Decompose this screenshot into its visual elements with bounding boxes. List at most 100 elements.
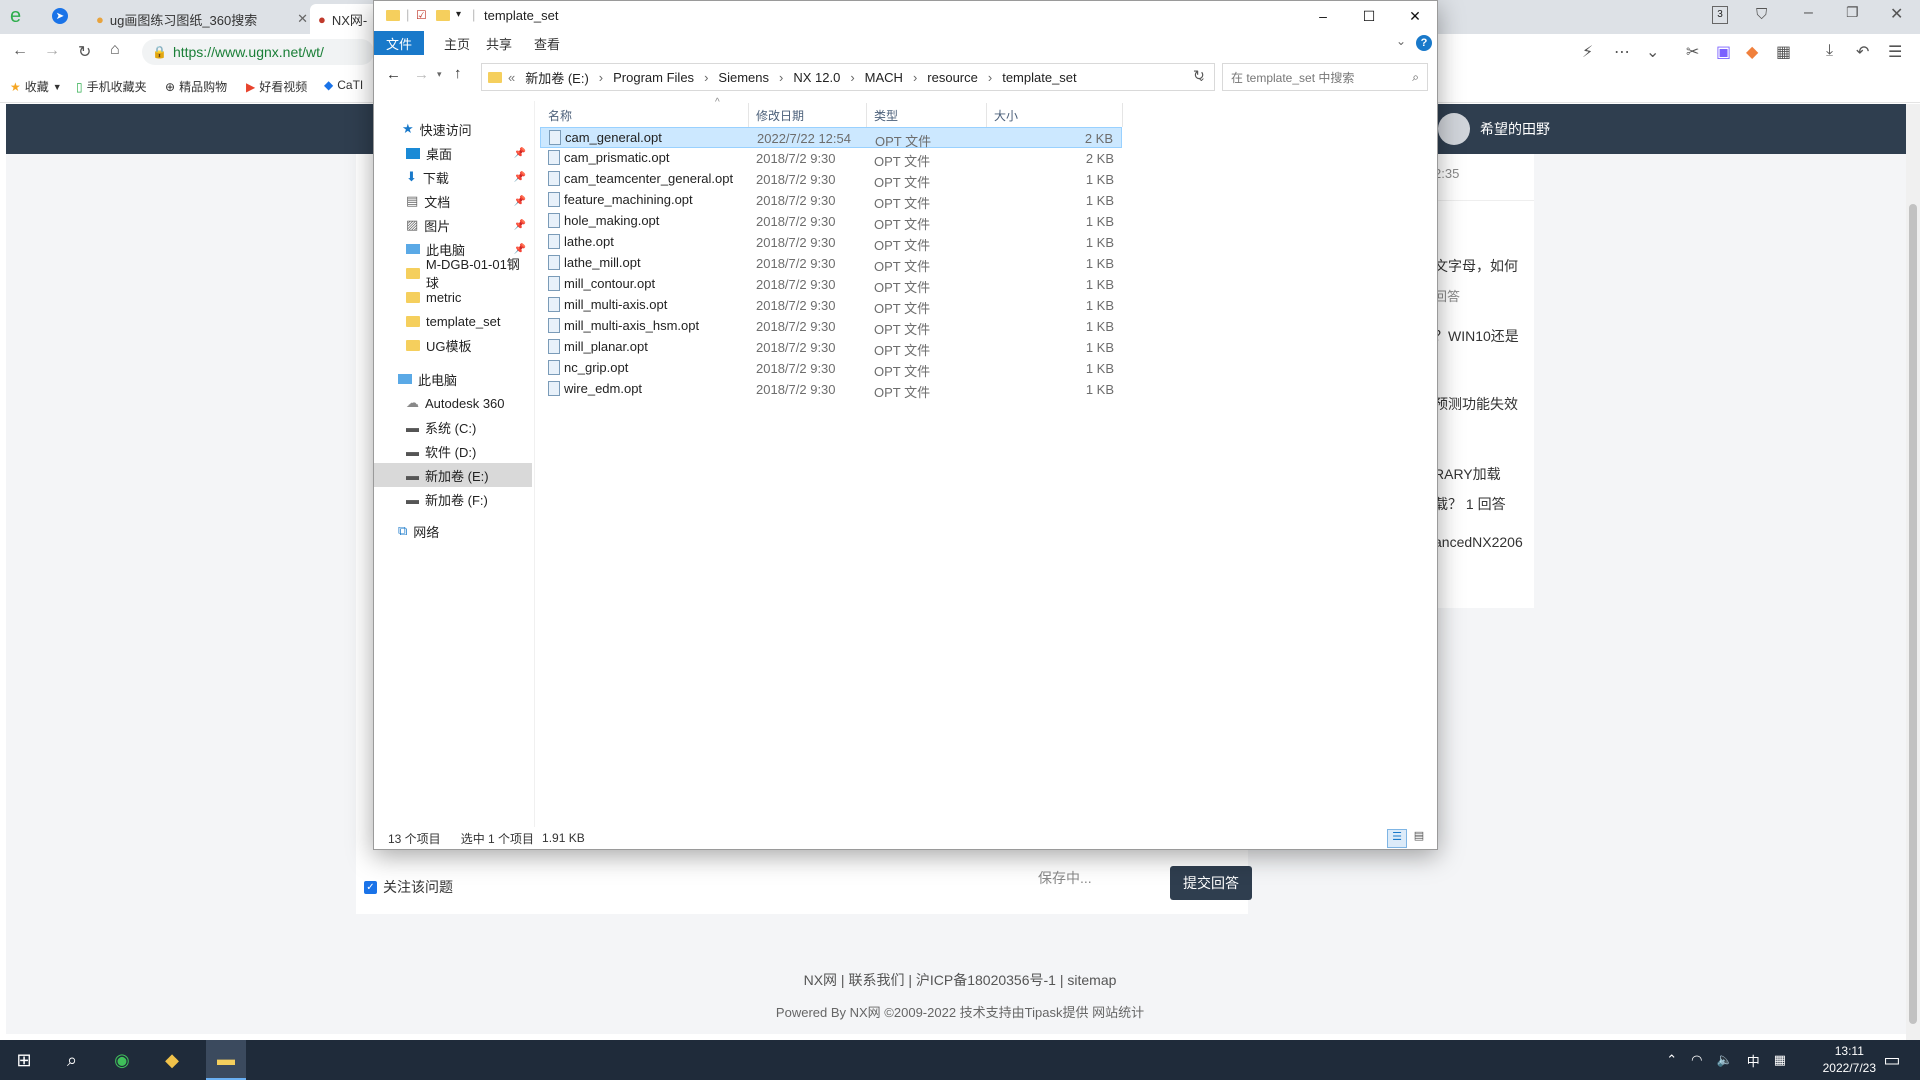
chevron-right-icon[interactable]: › xyxy=(599,70,603,85)
column-header-size[interactable]: 大小 xyxy=(994,107,1018,124)
nav-drive-d[interactable]: ▬ 软件 (D:) xyxy=(374,439,532,463)
column-header-name[interactable]: 名称 xyxy=(548,107,572,124)
related-question-link[interactable]: RARY加载 xyxy=(1434,464,1501,484)
chevron-up-icon[interactable]: ⌃ xyxy=(1666,1052,1677,1068)
minimize-browser-icon[interactable]: – xyxy=(1804,4,1813,22)
file-row[interactable]: mill_multi-axis_hsm.opt 2018/7/2 9:30 OPT … xyxy=(540,316,1122,337)
nav-item-template-set[interactable]: template_set xyxy=(374,309,532,333)
more-icon[interactable]: ⋯ xyxy=(1614,42,1630,62)
new-folder-icon[interactable] xyxy=(436,10,450,21)
recent-locations-icon[interactable]: ▾ xyxy=(437,69,442,80)
file-row[interactable]: nc_grip.opt 2018/7/2 9:30 OPT 文件 1 KB xyxy=(540,358,1122,379)
submit-answer-button[interactable]: 提交回答 xyxy=(1170,866,1252,900)
scissors-icon[interactable]: ✂ xyxy=(1686,42,1699,62)
related-question-link[interactable]: ancedNX2206 xyxy=(1434,534,1523,550)
breadcrumb-siemens[interactable]: Siemens xyxy=(718,70,769,85)
file-row[interactable]: cam_general.opt 2022/7/22 12:54 OPT 文件 2 KB xyxy=(540,127,1122,149)
restore-browser-icon[interactable]: ❐ xyxy=(1846,4,1859,21)
file-row[interactable]: hole_making.opt 2018/7/2 9:30 OPT 文件 1 KB xyxy=(540,211,1122,232)
file-name-cell[interactable]: nc_grip.opt xyxy=(548,360,628,375)
tab-count-badge[interactable]: 3 xyxy=(1712,6,1728,24)
breadcrumb-resource[interactable]: resource xyxy=(927,70,978,85)
input-method[interactable]: 中 xyxy=(1747,1051,1760,1070)
file-row[interactable]: cam_prismatic.opt 2018/7/2 9:30 OPT 文件 2 KB xyxy=(540,148,1122,169)
close-button[interactable]: ✕ xyxy=(1392,1,1438,31)
file-row[interactable]: cam_teamcenter_general.opt 2018/7/2 9:30 O… xyxy=(540,169,1122,190)
bookmark-video[interactable]: ▶ 好看视频 xyxy=(246,78,307,95)
search-icon[interactable]: ⌕ xyxy=(1412,70,1419,85)
pin-icon[interactable]: 📌 xyxy=(514,172,526,183)
extension-icon[interactable]: ▣ xyxy=(1716,42,1731,62)
refresh-icon[interactable]: ↻ xyxy=(1193,67,1205,84)
pin-icon[interactable]: 📌 xyxy=(514,220,526,231)
file-row[interactable]: mill_multi-axis.opt 2018/7/2 9:30 OPT 文件 1 … xyxy=(540,295,1122,316)
clock[interactable]: 13:11 2022/7/23 xyxy=(1823,1043,1876,1077)
overflow-icon[interactable]: « xyxy=(508,70,515,85)
breadcrumb-drive[interactable]: 新加卷 (E:) xyxy=(525,68,589,87)
nav-drive-autodesk[interactable]: ☁ Autodesk 360 xyxy=(374,391,532,415)
file-name-cell[interactable]: cam_prismatic.opt xyxy=(548,150,669,165)
file-name-cell[interactable]: cam_general.opt xyxy=(549,130,662,145)
reload-icon[interactable]: ↻ xyxy=(78,42,91,62)
file-name-cell[interactable]: lathe_mill.opt xyxy=(548,255,641,270)
related-question-link[interactable]: 载？ 1 回答 xyxy=(1434,494,1506,514)
column-header-date[interactable]: 修改日期 xyxy=(756,107,804,124)
page-scrollbar[interactable] xyxy=(1906,104,1920,1040)
tab-view[interactable]: 查看 xyxy=(522,31,572,55)
windows-start-icon[interactable]: ⊞ xyxy=(12,1048,36,1072)
chevron-right-icon[interactable]: › xyxy=(850,70,854,85)
breadcrumb-mach[interactable]: MACH xyxy=(865,70,903,85)
refresh-button[interactable]: ↻ xyxy=(1186,63,1213,89)
column-divider[interactable] xyxy=(748,103,749,127)
column-divider[interactable] xyxy=(866,103,867,127)
forward-icon[interactable]: → xyxy=(414,66,429,83)
nav-item-metric[interactable]: metric xyxy=(374,285,532,309)
search-input[interactable]: 在 template_set 中搜索 ⌕ xyxy=(1222,63,1428,91)
nav-item-documents[interactable]: ▤ 文档 📌 xyxy=(374,189,532,213)
tab-share[interactable]: 共享 xyxy=(474,31,524,55)
nav-item-folder[interactable]: M-DGB-01-01钢球 xyxy=(374,257,532,291)
close-browser-icon[interactable]: ✕ xyxy=(1890,4,1903,24)
chevron-down-icon[interactable]: ⌄ xyxy=(1646,42,1659,62)
up-icon[interactable]: ↑ xyxy=(454,65,462,82)
file-row[interactable]: lathe_mill.opt 2018/7/2 9:30 OPT 文件 1 KB xyxy=(540,253,1122,274)
file-name-cell[interactable]: cam_teamcenter_general.opt xyxy=(548,171,733,186)
search-icon[interactable]: ⌕ xyxy=(60,1048,84,1072)
file-name-cell[interactable]: mill_contour.opt xyxy=(548,276,655,291)
back-icon[interactable]: ← xyxy=(386,66,401,83)
details-view-icon[interactable]: ☰ xyxy=(1387,829,1407,848)
shirt-skin-icon[interactable]: ⛉ xyxy=(1756,6,1767,23)
tab-file[interactable]: 文件 xyxy=(374,31,425,55)
properties-icon[interactable]: ☑ xyxy=(416,8,427,22)
related-question-link[interactable]: 文字母，如何 xyxy=(1434,256,1518,276)
column-header-type[interactable]: 类型 xyxy=(874,107,898,124)
quick-access-dropdown-icon[interactable]: ▾ xyxy=(456,9,461,20)
volume-icon[interactable]: 🔈 xyxy=(1717,1052,1733,1068)
file-row[interactable]: lathe.opt 2018/7/2 9:30 OPT 文件 1 KB xyxy=(540,232,1122,253)
lightning-icon[interactable]: ⚡ xyxy=(1582,42,1593,62)
file-explorer-taskbar-icon[interactable]: ▬ xyxy=(206,1040,246,1080)
explorer-address-bar[interactable]: « 新加卷 (E:) › Program Files › Siemens › N… xyxy=(481,63,1215,91)
nav-quick-access[interactable]: ★ 快速访问 xyxy=(374,117,532,141)
home-icon[interactable]: ⌂ xyxy=(110,41,120,59)
wifi-icon[interactable]: ◠ xyxy=(1691,1052,1702,1068)
nx-app-icon[interactable]: ◆ xyxy=(160,1048,184,1072)
chevron-right-icon[interactable]: › xyxy=(988,70,992,85)
nav-item-downloads[interactable]: ⬇ 下载 📌 xyxy=(374,165,532,189)
related-question-link[interactable]: 预测功能失效 xyxy=(1434,394,1518,414)
bookmark-shopping[interactable]: ⊕ 精品购物 xyxy=(165,78,227,95)
chevron-right-icon[interactable]: › xyxy=(779,70,783,85)
nav-network[interactable]: ⧉ 网络 xyxy=(374,519,532,543)
game-icon[interactable]: ◆ xyxy=(1746,42,1758,62)
pin-icon[interactable]: 📌 xyxy=(514,196,526,207)
check-icon[interactable]: ✓ xyxy=(364,880,377,894)
pin-icon[interactable]: 📌 xyxy=(514,148,526,159)
expand-ribbon-icon[interactable]: ⌄ xyxy=(1396,34,1406,48)
nav-drive-c[interactable]: ▬ 系统 (C:) xyxy=(374,415,532,439)
file-name-cell[interactable]: mill_multi-axis_hsm.opt xyxy=(548,318,699,333)
browser-tab-search[interactable]: ● ug画图练习图纸_360搜索 ✕ xyxy=(88,4,314,34)
forward-icon[interactable]: → xyxy=(44,42,60,60)
file-name-cell[interactable]: lathe.opt xyxy=(548,234,614,249)
apps-grid-icon[interactable]: ▦ xyxy=(1776,42,1791,62)
help-icon[interactable]: ? xyxy=(1416,35,1432,51)
